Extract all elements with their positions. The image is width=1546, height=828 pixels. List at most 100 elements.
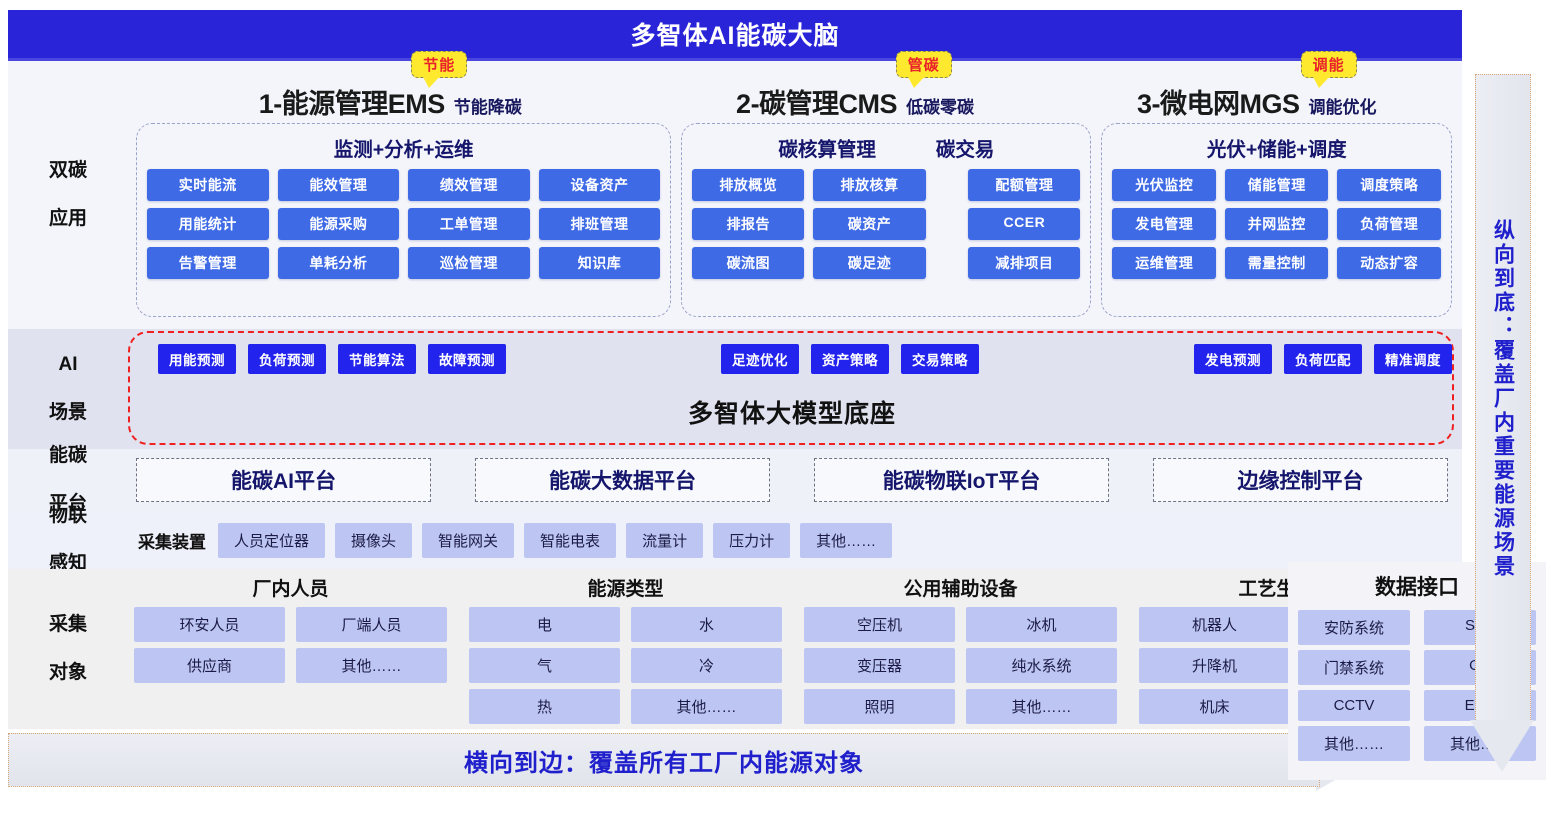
page-title: 多智体AI能碳大脑 bbox=[8, 10, 1462, 61]
chip-mgs-2[interactable]: 调度策略 bbox=[1337, 169, 1441, 201]
ai-chip-mgs-1[interactable]: 负荷匹配 bbox=[1284, 344, 1362, 374]
chip-mgs-5[interactable]: 负荷管理 bbox=[1337, 208, 1441, 240]
chip-ems-1[interactable]: 能效管理 bbox=[277, 169, 400, 201]
application-subtitle-mgs: 调能优化 bbox=[1308, 98, 1377, 117]
row-label-ai-line2: 场景 bbox=[48, 401, 87, 423]
horizontal-arrow-body: 横向到边：覆盖所有工厂内能源对象 bbox=[8, 733, 1320, 787]
object-chip-energy-1[interactable]: 水 bbox=[631, 607, 782, 642]
chip-ems-3[interactable]: 设备资产 bbox=[538, 169, 661, 201]
iot-chip-0[interactable]: 人员定位器 bbox=[218, 522, 326, 558]
application-headers: 节能 1-能源管理EMS 节能降碳 管碳 2-碳管理CMS 低碳零碳 调能 3-… bbox=[128, 51, 1456, 123]
object-grid-energy: 电 水 气 冷 热 其他…… bbox=[469, 607, 782, 724]
object-chip-energy-5[interactable]: 其他…… bbox=[631, 689, 782, 724]
iot-chip-2[interactable]: 智能网关 bbox=[422, 522, 515, 558]
iot-chip-3[interactable]: 智能电表 bbox=[524, 522, 617, 558]
row-label-objects: 采集 对象 bbox=[8, 569, 128, 729]
data-interface-chip-0[interactable]: 安防系统 bbox=[1298, 610, 1410, 645]
ai-chip-mgs-2[interactable]: 精准调度 bbox=[1374, 344, 1452, 374]
chip-cms-4[interactable]: 碳流图 bbox=[692, 247, 805, 279]
chip-mgs-8[interactable]: 动态扩容 bbox=[1337, 247, 1441, 279]
chip-ems-5[interactable]: 能源采购 bbox=[277, 208, 400, 240]
chip-mgs-1[interactable]: 储能管理 bbox=[1224, 169, 1329, 201]
application-header-mgs: 调能 3-微电网MGS 调能优化 bbox=[1058, 51, 1456, 123]
chip-cms-5[interactable]: 碳足迹 bbox=[813, 247, 926, 279]
ai-chip-mgs-0[interactable]: 发电预测 bbox=[1194, 344, 1272, 374]
ai-chip-ems-3[interactable]: 故障预测 bbox=[428, 344, 506, 374]
object-chip-utility-0[interactable]: 空压机 bbox=[804, 607, 955, 642]
chip-ems-8[interactable]: 告警管理 bbox=[147, 247, 269, 279]
object-chip-utility-1[interactable]: 冰机 bbox=[966, 607, 1117, 642]
ai-chip-cms-1[interactable]: 资产策略 bbox=[811, 344, 889, 374]
chip-ems-4[interactable]: 用能统计 bbox=[147, 208, 269, 240]
object-group-energy: 能源类型 电 水 气 冷 热 其他…… bbox=[469, 574, 782, 724]
object-chip-personnel-3[interactable]: 其他…… bbox=[296, 648, 447, 683]
ai-chip-ems-1[interactable]: 负荷预测 bbox=[248, 344, 326, 374]
iot-chip-5[interactable]: 压力计 bbox=[713, 522, 791, 558]
chip-ems-11[interactable]: 知识库 bbox=[538, 247, 661, 279]
ai-chip-ems-0[interactable]: 用能预测 bbox=[158, 344, 236, 374]
chip-ems-2[interactable]: 绩效管理 bbox=[408, 169, 530, 201]
ai-base-title: 多智体大模型底座 bbox=[687, 399, 896, 428]
object-chip-energy-0[interactable]: 电 bbox=[469, 607, 620, 642]
chip-mgs-7[interactable]: 需量控制 bbox=[1224, 247, 1329, 279]
object-chip-utility-4[interactable]: 照明 bbox=[804, 689, 955, 724]
chip-cms-1[interactable]: 排放核算 bbox=[813, 169, 926, 201]
iot-chip-6[interactable]: 其他…… bbox=[800, 522, 893, 558]
chip-ems-0[interactable]: 实时能流 bbox=[147, 169, 269, 201]
ai-chip-cms-0[interactable]: 足迹优化 bbox=[721, 344, 799, 374]
iot-body: 采集装置 人员定位器 摄像头 智能网关 智能电表 流量计 压力计 其他…… bbox=[128, 511, 1462, 569]
object-chip-utility-5[interactable]: 其他…… bbox=[966, 689, 1117, 724]
data-interface-chip-6[interactable]: 其他…… bbox=[1298, 726, 1410, 761]
chip-mgs-3[interactable]: 发电管理 bbox=[1112, 208, 1216, 240]
chip-ems-10[interactable]: 巡检管理 bbox=[408, 247, 530, 279]
ai-chip-cms-2[interactable]: 交易策略 bbox=[901, 344, 979, 374]
object-chip-process-2[interactable]: 升降机 bbox=[1139, 648, 1290, 683]
application-header-ems: 节能 1-能源管理EMS 节能降碳 bbox=[128, 51, 653, 123]
chip-ems-6[interactable]: 工单管理 bbox=[408, 208, 530, 240]
ai-chip-ems-2[interactable]: 节能算法 bbox=[338, 344, 416, 374]
chip-cms-0[interactable]: 排放概览 bbox=[692, 169, 805, 201]
data-interface-chip-2[interactable]: 门禁系统 bbox=[1298, 650, 1410, 685]
chip-cms-t2[interactable]: 减排项目 bbox=[968, 247, 1081, 279]
object-chip-personnel-0[interactable]: 环安人员 bbox=[134, 607, 285, 642]
iot-chip-1[interactable]: 摄像头 bbox=[335, 522, 413, 558]
platform-iot[interactable]: 能碳物联IoT平台 bbox=[814, 458, 1109, 502]
chip-mgs-4[interactable]: 并网监控 bbox=[1224, 208, 1329, 240]
vertical-arrow-head-icon bbox=[1470, 720, 1534, 772]
applications-body: 节能 1-能源管理EMS 节能降碳 管碳 2-碳管理CMS 低碳零碳 调能 3-… bbox=[128, 51, 1462, 329]
card-mgs-group-title: 光伏+储能+调度 bbox=[1206, 139, 1347, 161]
chip-mgs-0[interactable]: 光伏监控 bbox=[1112, 169, 1216, 201]
object-chip-energy-2[interactable]: 气 bbox=[469, 648, 620, 683]
ai-group-ems: 用能预测 负荷预测 节能算法 故障预测 bbox=[158, 344, 506, 374]
row-label-applications: 双碳 应用 bbox=[8, 61, 128, 329]
chip-cms-2[interactable]: 排报告 bbox=[692, 208, 805, 240]
card-ems-grid: 实时能流 能效管理 绩效管理 设备资产 用能统计 能源采购 工单管理 排班管理 … bbox=[147, 169, 661, 306]
object-chip-utility-2[interactable]: 变压器 bbox=[804, 648, 955, 683]
object-group-title-personnel: 厂内人员 bbox=[252, 579, 329, 600]
object-chip-utility-3[interactable]: 纯水系统 bbox=[966, 648, 1117, 683]
object-group-personnel: 厂内人员 环安人员 厂端人员 供应商 其他…… bbox=[134, 574, 447, 721]
object-chip-energy-4[interactable]: 热 bbox=[469, 689, 620, 724]
object-chip-process-4[interactable]: 机床 bbox=[1139, 689, 1290, 724]
platform-bigdata[interactable]: 能碳大数据平台 bbox=[475, 458, 770, 502]
object-chip-energy-3[interactable]: 冷 bbox=[631, 648, 782, 683]
object-chip-personnel-1[interactable]: 厂端人员 bbox=[296, 607, 447, 642]
card-mgs-heads: 光伏+储能+调度 bbox=[1112, 133, 1441, 162]
platform-edge[interactable]: 边缘控制平台 bbox=[1153, 458, 1448, 502]
iot-chip-4[interactable]: 流量计 bbox=[626, 522, 704, 558]
data-interface-chip-4[interactable]: CCTV bbox=[1298, 690, 1410, 721]
chip-cms-t1[interactable]: CCER bbox=[968, 208, 1081, 240]
chip-cms-3[interactable]: 碳资产 bbox=[813, 208, 926, 240]
iot-lead-label: 采集装置 bbox=[138, 532, 206, 552]
platform-ai[interactable]: 能碳AI平台 bbox=[136, 458, 431, 502]
row-label-platform-line1: 能碳 bbox=[48, 445, 87, 467]
chip-cms-t0[interactable]: 配额管理 bbox=[968, 169, 1081, 201]
chip-ems-7[interactable]: 排班管理 bbox=[538, 208, 661, 240]
chip-ems-9[interactable]: 单耗分析 bbox=[277, 247, 400, 279]
bubble-badge-mgs: 调能 bbox=[1300, 51, 1357, 88]
object-chip-process-0[interactable]: 机器人 bbox=[1139, 607, 1290, 642]
chip-mgs-6[interactable]: 运维管理 bbox=[1112, 247, 1216, 279]
vertical-coverage-arrow: 纵向到底：覆盖厂内重要能源场景 bbox=[1470, 74, 1536, 794]
object-chip-personnel-2[interactable]: 供应商 bbox=[134, 648, 285, 683]
cms-column-gap-2 bbox=[935, 208, 960, 240]
